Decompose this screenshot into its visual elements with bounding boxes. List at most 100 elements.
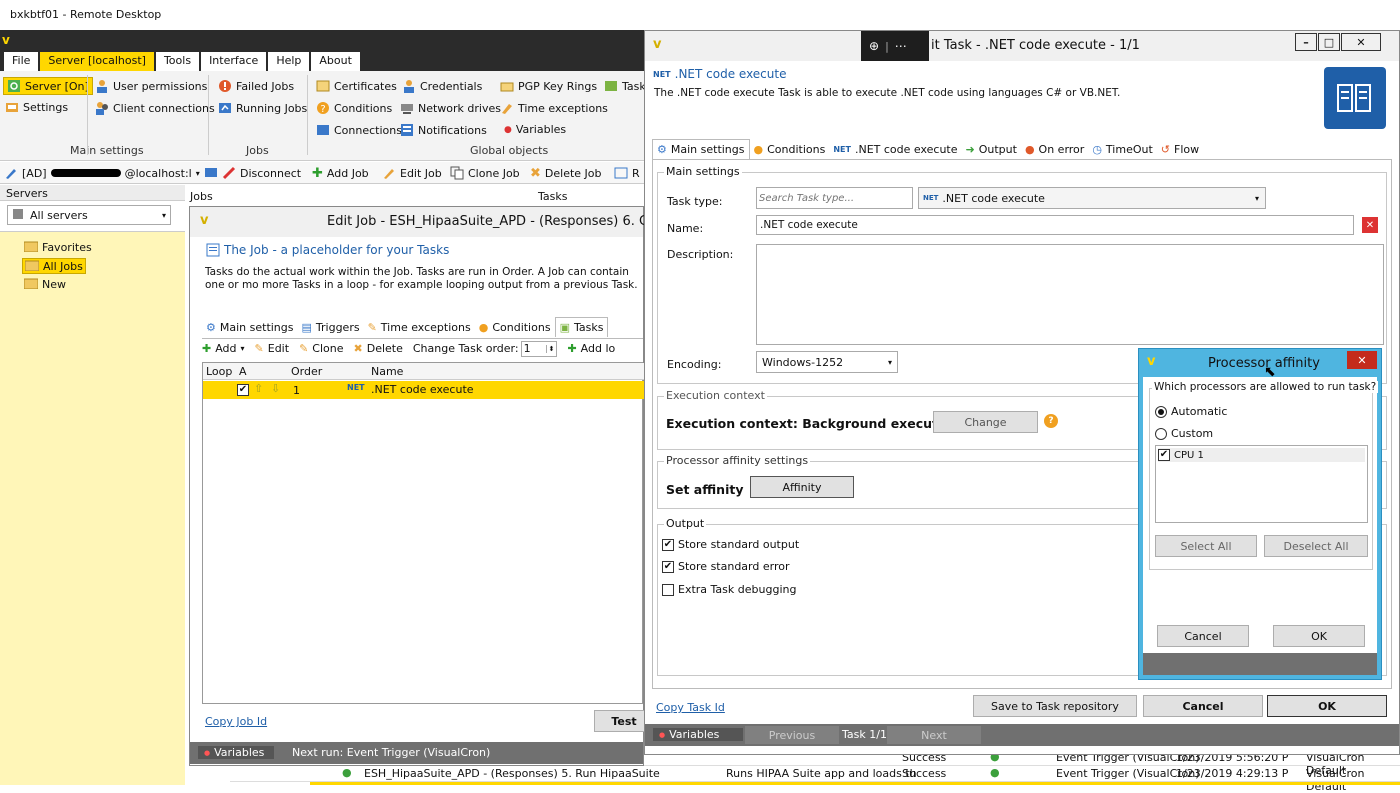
affinity-close-button[interactable]: ✕ [1347,351,1377,369]
failed-jobs-button[interactable]: Failed Jobs [218,79,294,93]
tab-dotnet-code-execute[interactable]: NET .NET code execute [829,139,961,159]
description-textarea[interactable] [756,244,1384,345]
task-repository-button[interactable]: Task [604,79,646,93]
user-selector[interactable]: [AD] @localhost:l ▾ [4,166,218,180]
menu-interface[interactable]: Interface [201,52,267,71]
column-order[interactable]: Order [291,365,322,378]
custom-radio[interactable]: Custom [1155,427,1213,440]
tab-main-settings[interactable]: ⚙ Main settings [202,317,298,337]
menu-help[interactable]: Help [268,52,310,71]
client-connections-button[interactable]: Client connections [95,101,215,115]
automatic-radio[interactable]: Automatic [1155,405,1227,418]
tab-triggers[interactable]: ▤ Triggers [298,317,364,337]
copy-job-id-link[interactable]: Copy Job Id [205,715,267,728]
extra-debug-checkbox[interactable]: Extra Task debugging [662,583,796,596]
clone-task-button[interactable]: ✎ Clone [299,342,343,355]
certificates-button[interactable]: Certificates [316,79,397,93]
ok-button[interactable]: OK [1267,695,1387,717]
clear-name-icon[interactable]: ✕ [1362,217,1378,233]
select-all-button[interactable]: Select All [1155,535,1257,557]
monitor-icon[interactable] [204,166,218,180]
server-on-button[interactable]: Server [On] [3,77,93,95]
arrow-up-icon[interactable]: ⇧ [254,382,263,395]
notifications-button[interactable]: Notifications [400,123,487,137]
tree-item-new[interactable]: New [24,277,66,291]
tree-item-favorites[interactable]: Favorites [24,240,92,254]
tab-timeout[interactable]: ◷ TimeOut [1088,139,1156,159]
delete-task-button[interactable]: ✖ Delete [354,342,403,355]
column-loop[interactable]: Loop [206,365,232,378]
add-job-button[interactable]: ✚ Add Job [312,166,369,181]
pgp-key-rings-button[interactable]: PGP Key Rings [500,79,597,93]
menu-file[interactable]: File [4,52,39,71]
name-input[interactable]: .NET code execute [756,215,1354,235]
table-row[interactable]: ● ESH_HipaaSuite_APD - (Responses) 5. Ru… [230,766,1400,793]
cpu-1-checkbox[interactable]: ✔ CPU 1 [1158,448,1365,462]
column-name[interactable]: Name [371,365,403,378]
variables-button[interactable]: ● Variables [504,123,566,136]
add-loop-button[interactable]: ✚ Add lo [567,342,615,355]
task-active-checkbox[interactable]: ✔ [237,384,249,396]
store-stderr-checkbox[interactable]: ✔ Store standard error [662,560,790,573]
next-button[interactable]: Next [887,726,981,744]
tab-tasks[interactable]: ▣ Tasks [554,317,609,337]
chevron-down-icon[interactable]: ▾ [196,169,200,178]
servers-panel: Servers All servers ▾ Favorites All Jobs… [0,185,185,785]
add-task-button[interactable]: ✚ Add ▾ [202,342,245,355]
more-icon[interactable]: ⋯ [895,39,907,53]
network-drives-button[interactable]: Network drives [400,101,501,115]
task-order-stepper[interactable]: 1 ⬍ [520,340,558,357]
help-icon[interactable]: ? [1044,414,1058,428]
tab-conditions[interactable]: ● Conditions [475,317,555,337]
tab-conditions[interactable]: ● Conditions [750,139,830,159]
processors-group: Which processors are allowed to run task… [1149,381,1379,570]
time-exceptions-button[interactable]: Time exceptions [500,101,608,115]
save-to-repository-button[interactable]: Save to Task repository [973,695,1137,717]
tab-on-error[interactable]: ● On error [1021,139,1088,159]
copy-task-id-link[interactable]: Copy Task Id [656,701,725,714]
more-button[interactable]: R [614,166,640,180]
running-jobs-button[interactable]: Running Jobs [218,101,307,115]
tab-time-exceptions[interactable]: ✎ Time exceptions [364,317,475,337]
task-type-select[interactable]: NET .NET code execute ▾ [918,187,1266,209]
credentials-button[interactable]: Credentials [402,79,482,93]
affinity-ok-button[interactable]: OK [1273,625,1365,647]
task-type-search-input[interactable] [756,187,913,209]
deselect-all-button[interactable]: Deselect All [1264,535,1368,557]
edit-job-button[interactable]: Edit Job [382,166,442,180]
cancel-button[interactable]: Cancel [1143,695,1263,717]
menu-server[interactable]: Server [localhost] [40,52,154,71]
maximize-button[interactable]: □ [1318,33,1340,51]
tab-main-settings[interactable]: ⚙ Main settings [652,139,750,159]
user-permissions-button[interactable]: User permissions [95,79,207,93]
disconnect-button[interactable]: Disconnect [222,166,301,180]
connections-button[interactable]: Connections [316,123,402,137]
close-button[interactable]: ✕ [1341,33,1381,51]
tab-flow[interactable]: ↺ Flow [1157,139,1203,159]
conditions-button[interactable]: ? Conditions [316,101,392,115]
zoom-icon[interactable]: ⊕ [869,39,879,53]
tree-item-all-jobs[interactable]: All Jobs [22,258,86,274]
column-a[interactable]: A [239,365,247,378]
encoding-select[interactable]: Windows-1252 ▾ [756,351,898,373]
tab-output[interactable]: ➜ Output [962,139,1021,159]
menu-about[interactable]: About [311,52,360,71]
edit-task-button[interactable]: ✎ Edit [255,342,290,355]
change-context-button[interactable]: Change [933,411,1038,433]
previous-button[interactable]: Previous [745,726,839,744]
affinity-button[interactable]: Affinity [750,476,854,498]
stepper-arrows-icon[interactable]: ⬍ [545,344,557,353]
variables-status-button[interactable]: ● Variables [198,746,275,759]
clone-job-button[interactable]: Clone Job [450,166,520,180]
servers-select[interactable]: All servers ▾ [7,205,171,225]
store-stdout-checkbox[interactable]: ✔ Store standard output [662,538,799,551]
visualcron-logo-icon: v [2,33,10,47]
affinity-cancel-button[interactable]: Cancel [1157,625,1249,647]
variables-status-button[interactable]: ● Variables [653,728,744,741]
settings-button[interactable]: Settings [5,100,68,114]
minimize-button[interactable]: – [1295,33,1317,51]
delete-job-button[interactable]: ✖ Delete Job [530,166,602,181]
menu-tools[interactable]: Tools [155,52,200,71]
table-row[interactable]: ✔ ⇧ ⇩ 1 NET .NET code execute [203,381,644,399]
arrow-down-icon[interactable]: ⇩ [271,382,280,395]
